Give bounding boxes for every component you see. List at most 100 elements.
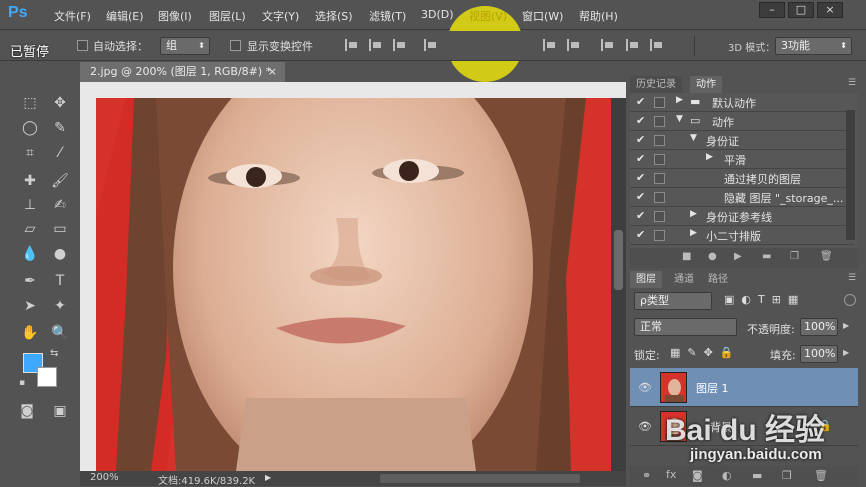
layer-row-selected[interactable]: 👁 图层 1: [630, 368, 858, 407]
dialog-toggle[interactable]: [654, 173, 665, 184]
stop-icon[interactable]: ■: [682, 251, 691, 262]
align-vcenter-icon[interactable]: [369, 39, 382, 51]
maximize-button[interactable]: □: [788, 2, 814, 18]
close-button[interactable]: ×: [817, 2, 843, 18]
new-layer-icon[interactable]: ❐: [782, 469, 792, 482]
show-transform-checkbox[interactable]: [230, 40, 241, 51]
menu-select[interactable]: 选择(S): [315, 8, 353, 24]
swap-colors-icon[interactable]: ⇆: [50, 348, 58, 359]
expand-arrow-icon[interactable]: ▶: [690, 228, 697, 238]
filter-icons[interactable]: ▣◐T⊞▦: [724, 293, 805, 306]
menu-image[interactable]: 图像(I): [158, 8, 192, 24]
distribute-vcenter-icon[interactable]: [567, 39, 580, 51]
actions-scrollbar[interactable]: [846, 110, 855, 240]
new-action-icon[interactable]: ❐: [790, 251, 799, 262]
action-row[interactable]: ✔ ▶ ▬ 默认动作: [630, 93, 854, 112]
adjustment-layer-icon[interactable]: ◐: [722, 469, 732, 482]
visibility-eye-icon[interactable]: 👁: [638, 381, 652, 394]
panel-menu-icon[interactable]: ☰: [848, 78, 856, 88]
crop-tool-icon[interactable]: ⌗: [20, 143, 40, 163]
dialog-toggle[interactable]: [654, 97, 665, 108]
menu-edit[interactable]: 编辑(E): [106, 8, 144, 24]
tab-layers[interactable]: 图层: [630, 271, 662, 288]
auto-select-checkbox[interactable]: [77, 40, 88, 51]
healing-brush-tool-icon[interactable]: ✚: [20, 171, 40, 191]
path-select-tool-icon[interactable]: ➤: [20, 296, 40, 316]
visibility-eye-icon[interactable]: 👁: [638, 420, 652, 433]
menu-help[interactable]: 帮助(H): [579, 8, 618, 24]
fill-input[interactable]: 100%: [800, 345, 838, 363]
menu-type[interactable]: 文字(Y): [262, 8, 299, 24]
expand-arrow-icon[interactable]: ▶: [706, 152, 713, 162]
background-color-swatch[interactable]: [37, 367, 57, 387]
opacity-arrow-icon[interactable]: ▶: [843, 321, 849, 330]
menu-layer[interactable]: 图层(L): [209, 8, 246, 24]
lock-icons[interactable]: ▦✎✥🔒: [670, 346, 741, 359]
expand-arrow-icon[interactable]: ▼: [690, 133, 697, 143]
action-row[interactable]: ✔ ▼ 身份证: [630, 131, 854, 150]
menu-view[interactable]: 视图(V): [469, 8, 507, 24]
align-top-icon[interactable]: [345, 39, 358, 51]
layers-panel-menu-icon[interactable]: ☰: [848, 273, 856, 283]
default-colors-icon[interactable]: ▪: [19, 378, 25, 388]
distribute-top-icon[interactable]: [543, 39, 556, 51]
menu-filter[interactable]: 滤镜(T): [369, 8, 406, 24]
tab-actions[interactable]: 动作: [690, 76, 722, 93]
move-tool-icon[interactable]: ✥: [50, 93, 70, 113]
shape-tool-icon[interactable]: ✦: [50, 296, 70, 316]
history-brush-tool-icon[interactable]: ✍: [50, 195, 70, 215]
dodge-tool-icon[interactable]: ●: [50, 244, 70, 264]
menu-window[interactable]: 窗口(W): [522, 8, 563, 24]
add-mask-icon[interactable]: ◙: [692, 469, 703, 482]
dialog-toggle[interactable]: [654, 116, 665, 127]
dialog-toggle[interactable]: [654, 192, 665, 203]
dialog-toggle[interactable]: [654, 154, 665, 165]
type-tool-icon[interactable]: T: [50, 271, 70, 291]
fx-icon[interactable]: fx: [666, 468, 676, 481]
horizontal-scrollbar[interactable]: [380, 474, 580, 483]
check-icon[interactable]: ✔: [636, 133, 645, 146]
clone-stamp-tool-icon[interactable]: ⊥: [20, 195, 40, 215]
distribute-left-icon[interactable]: [601, 39, 614, 51]
expand-arrow-icon[interactable]: ▼: [676, 114, 683, 124]
opacity-input[interactable]: 100%: [800, 318, 838, 336]
status-arrow-icon[interactable]: ▶: [265, 473, 273, 483]
tab-channels[interactable]: 通道: [668, 271, 700, 288]
scrollbar-thumb[interactable]: [614, 230, 623, 290]
lasso-tool-icon[interactable]: ◯: [20, 118, 40, 138]
layer-name[interactable]: 图层 1: [696, 380, 729, 396]
action-row[interactable]: ✔ ▶ 小二寸排版: [630, 226, 854, 245]
check-icon[interactable]: ✔: [636, 228, 645, 241]
auto-select-dropdown[interactable]: 组 ⬍: [160, 37, 210, 55]
distribute-hcenter-icon[interactable]: [626, 39, 639, 51]
link-layers-icon[interactable]: ⚭: [642, 469, 651, 482]
hand-tool-icon[interactable]: ✋: [20, 323, 40, 343]
marquee-tool-icon[interactable]: ⬚: [20, 93, 40, 113]
zoom-tool-icon[interactable]: 🔍: [50, 323, 70, 343]
pen-tool-icon[interactable]: ✒: [20, 271, 40, 291]
check-icon[interactable]: ✔: [636, 171, 645, 184]
record-icon[interactable]: ●: [708, 251, 717, 262]
brush-tool-icon[interactable]: 🖌: [50, 171, 70, 191]
check-icon[interactable]: ✔: [636, 209, 645, 222]
new-group-icon[interactable]: ▬: [752, 469, 762, 482]
layer-filter-dropdown[interactable]: ρ类型: [634, 292, 712, 310]
distribute-right-icon[interactable]: [650, 39, 663, 51]
action-row[interactable]: ✔ ▼ ▭ 动作: [630, 112, 854, 131]
mode-3d-dropdown[interactable]: 3功能 ⬍: [775, 37, 852, 55]
new-set-icon[interactable]: ▬: [762, 251, 771, 262]
align-left-icon[interactable]: [424, 39, 437, 51]
align-bottom-icon[interactable]: [393, 39, 406, 51]
blur-tool-icon[interactable]: 💧: [20, 244, 40, 264]
close-tab-icon[interactable]: ×: [268, 62, 277, 82]
canvas-image[interactable]: [96, 98, 611, 471]
check-icon[interactable]: ✔: [636, 152, 645, 165]
minimize-button[interactable]: –: [759, 2, 785, 18]
quick-select-tool-icon[interactable]: ✎: [50, 118, 70, 138]
check-icon[interactable]: ✔: [636, 190, 645, 203]
fill-arrow-icon[interactable]: ▶: [843, 348, 849, 357]
expand-arrow-icon[interactable]: ▶: [690, 209, 697, 219]
screen-mode-icon[interactable]: ▣: [50, 401, 70, 421]
blend-mode-dropdown[interactable]: 正常: [634, 318, 737, 336]
dialog-toggle[interactable]: [654, 230, 665, 241]
